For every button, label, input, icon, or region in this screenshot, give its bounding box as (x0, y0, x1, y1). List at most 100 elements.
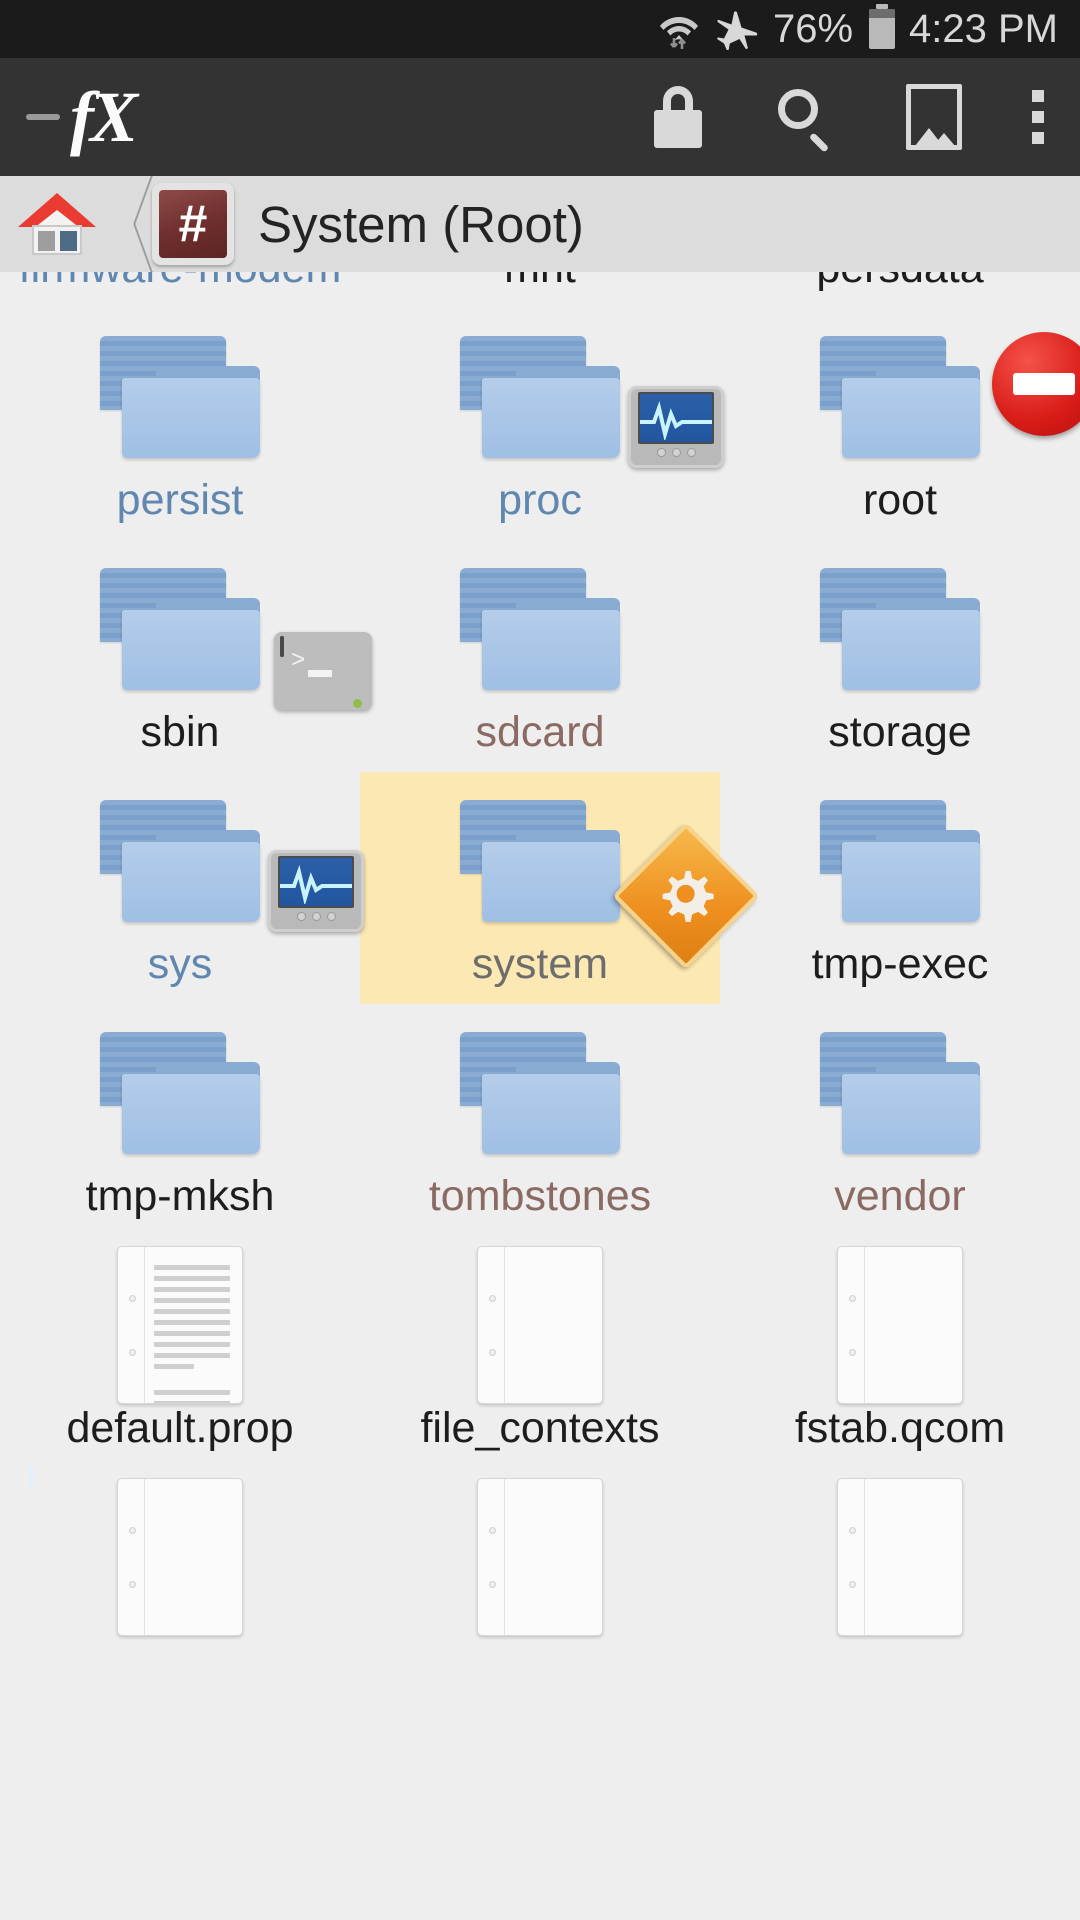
grid-item-mnt[interactable]: mnt (360, 272, 720, 308)
grid-item-tombstones[interactable]: tombstones (360, 1004, 720, 1236)
grid-item-firmware-modem[interactable]: firmware-modem (0, 272, 360, 308)
grid-item-icon (0, 322, 360, 472)
grid-item-fstab-qcom[interactable]: fstab.qcom (720, 1236, 1080, 1468)
breadcrumb-item-system-root[interactable]: # System (Root) (152, 183, 584, 265)
document-file-icon (837, 1246, 963, 1404)
folder-icon (460, 568, 620, 690)
grid-item-icon (720, 554, 1080, 704)
grid-item-icon (720, 786, 1080, 936)
grid-item-icon (720, 1018, 1080, 1168)
grid-item-icon (0, 1465, 360, 1636)
grid-item-icon (720, 1478, 1080, 1636)
document-file-icon (837, 1478, 963, 1636)
grid-item-label: sdcard (475, 708, 605, 756)
navigation-drawer-handle[interactable] (26, 114, 60, 120)
grid-item-label: persdata (816, 272, 983, 290)
root-hash-glyph: # (159, 190, 227, 258)
breadcrumb: # System (Root) (0, 176, 1080, 272)
file-grid: firmware-modem mnt persdata persist proc root… (0, 272, 1080, 1700)
system-monitor-badge-icon (628, 386, 724, 468)
grid-item-vendor[interactable]: vendor (720, 1004, 1080, 1236)
no-entry-badge-icon (992, 332, 1080, 436)
grid-item-icon (360, 322, 724, 472)
overflow-menu-icon (1032, 90, 1046, 144)
home-icon (18, 193, 96, 255)
grid-item-tmp-exec[interactable]: tmp-exec (720, 772, 1080, 1004)
grid-item-file-contexts[interactable]: file_contexts (360, 1236, 720, 1468)
image-view-button[interactable] (906, 84, 962, 150)
clock-label: 4:23 PM (909, 6, 1058, 51)
folder-icon (820, 1032, 980, 1154)
grid-item-persist[interactable]: persist (0, 308, 360, 540)
app-bar-actions (650, 84, 1054, 153)
grid-item-icon (360, 554, 720, 704)
grid-item-sys[interactable]: sys (0, 772, 364, 1004)
grid-item-tmp-mksh[interactable]: tmp-mksh (0, 1004, 360, 1236)
battery-icon (869, 4, 896, 49)
grid-item-icon (360, 1246, 720, 1404)
root-hash-icon: # (152, 183, 234, 265)
grid-item-label: mnt (504, 272, 576, 290)
grid-item-icon (0, 786, 364, 936)
folder-icon (460, 800, 620, 922)
wifi-with-transfer-arrows-icon (657, 7, 701, 51)
status-bar: 76% 4:23 PM (0, 0, 1080, 58)
grid-item-persdata[interactable]: persdata (720, 272, 1080, 308)
grid-item-sdcard[interactable]: sdcard (360, 540, 720, 772)
breadcrumb-item-home[interactable] (18, 193, 96, 255)
grid-item[interactable] (0, 1465, 360, 1700)
search-button[interactable] (776, 87, 836, 153)
document-file-icon (477, 1478, 603, 1636)
lock-icon (650, 86, 706, 148)
folder-icon (100, 336, 260, 458)
app-bar: fX (0, 58, 1080, 176)
grid-item[interactable] (720, 1468, 1080, 1700)
grid-item-label: firmware-modem (19, 272, 342, 290)
folder-icon (820, 800, 980, 922)
search-icon (776, 87, 836, 153)
grid-item-label: default.prop (66, 1404, 294, 1452)
folder-icon (100, 800, 260, 922)
grid-item-label: tombstones (428, 1172, 652, 1220)
grid-item-icon (0, 1246, 360, 1404)
document-file-icon (477, 1246, 603, 1404)
grid-item-label: tmp-exec (811, 940, 989, 988)
grid-item-label: vendor (834, 1172, 966, 1220)
grid-item-label: proc (498, 476, 582, 524)
grid-item[interactable] (360, 1468, 720, 1700)
folder-icon (820, 336, 980, 458)
lock-button[interactable] (650, 86, 706, 148)
grid-item-label: root (862, 476, 938, 524)
system-monitor-badge-icon (268, 850, 364, 932)
grid-item-root[interactable]: root (720, 308, 1080, 540)
grid-item-icon (720, 322, 1080, 472)
folder-icon (460, 1032, 620, 1154)
grid-item-icon: > (0, 554, 372, 710)
airplane-mode-icon (715, 8, 759, 50)
grid-item-label: sbin (140, 708, 220, 756)
grid-item-proc[interactable]: proc (360, 308, 724, 540)
grid-item-label: sys (147, 940, 213, 988)
terminal-badge-icon: > (274, 632, 372, 710)
folder-icon (100, 1032, 260, 1154)
folder-icon (100, 568, 260, 690)
xml-file-icon (117, 1478, 243, 1636)
grid-item-storage[interactable]: storage (720, 540, 1080, 772)
grid-item-sbin[interactable]: > sbin (0, 540, 372, 772)
battery-percent-label: 76% (772, 6, 854, 51)
grid-item-icon (0, 1018, 360, 1168)
grid-item-label: persist (116, 476, 244, 524)
grid-item-label: fstab.qcom (794, 1404, 1006, 1452)
folder-icon (460, 336, 620, 458)
image-icon (906, 84, 962, 150)
grid-item-icon (360, 1478, 720, 1636)
overflow-menu-button[interactable] (1032, 90, 1046, 144)
file-grid-viewport[interactable]: firmware-modem mnt persdata persist proc root… (0, 272, 1080, 1920)
xml-diamond-badge-icon (28, 1465, 34, 1488)
grid-item-label: storage (828, 708, 972, 756)
document-file-icon (117, 1246, 243, 1404)
fx-logo[interactable]: fX (70, 81, 138, 153)
grid-item-system[interactable]: system (360, 772, 760, 1004)
grid-item-icon (720, 1246, 1080, 1404)
grid-item-default-prop[interactable]: default.prop (0, 1236, 360, 1468)
